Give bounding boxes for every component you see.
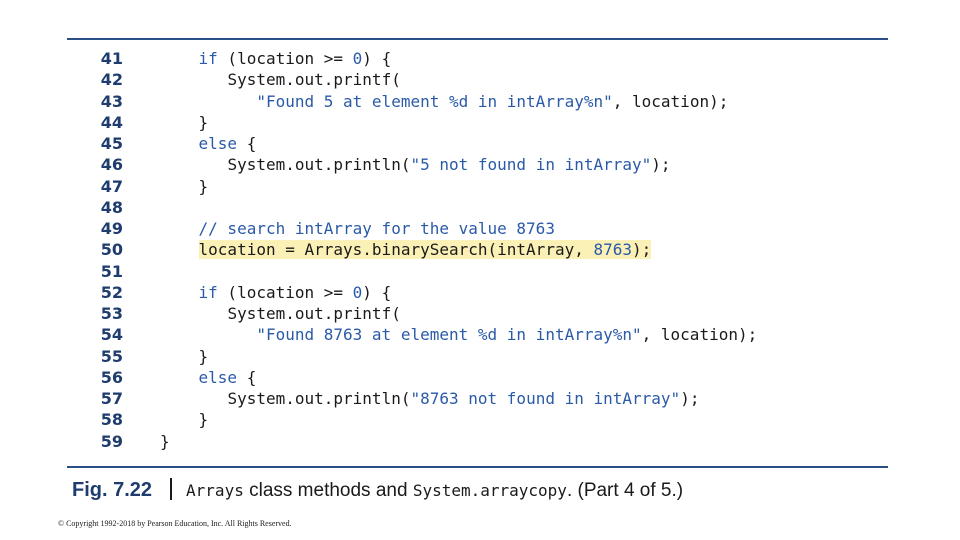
code-number: 8763 (593, 240, 633, 260)
code-text: ); (632, 240, 652, 260)
code-text: } (160, 431, 170, 451)
code-string: "Found 5 at element %d in intArray%n" (256, 91, 613, 111)
code-comment: // search intArray for the value 8763 (198, 219, 555, 238)
line-number: 44 (100, 112, 123, 132)
code-keyword: if (198, 282, 218, 302)
code-line: System.out.println("5 not found in intAr… (160, 154, 757, 175)
line-number: 53 (100, 304, 123, 323)
code-line: } (160, 409, 757, 430)
code-text: ) { (362, 282, 392, 302)
code-text: (location >= (217, 282, 353, 302)
code-line: "Found 8763 at element %d in intArray%n"… (160, 324, 757, 345)
code-line: } (160, 431, 757, 452)
code-line: } (160, 346, 757, 367)
code-line: } (160, 112, 757, 133)
code-text: { (237, 134, 257, 153)
code-keyword: if (198, 49, 218, 68)
code-line-highlighted: location = Arrays.binarySearch(intArray,… (160, 239, 757, 260)
code-keyword: else (198, 134, 238, 153)
line-numbers: 41 42 43 44 45 46 47 48 49 50 51 52 53 5… (81, 48, 123, 452)
code-line: // search intArray for the value 8763 (160, 218, 757, 239)
code-text: (location >= (217, 49, 353, 68)
caption-code-term: Arrays (186, 481, 244, 500)
line-number: 55 (100, 346, 123, 366)
line-number: 47 (100, 176, 123, 196)
line-number: 50 (100, 240, 123, 260)
code-line: System.out.println("8763 not found in in… (160, 388, 757, 409)
code-number: 0 (352, 282, 363, 302)
code-line: System.out.printf( (160, 303, 757, 324)
line-number: 58 (100, 410, 123, 430)
line-number: 43 (100, 91, 123, 111)
code-text: } (198, 112, 209, 132)
line-number: 49 (100, 219, 123, 238)
caption-text: class methods and (243, 480, 413, 501)
code-line: "Found 5 at element %d in intArray%n", l… (160, 91, 757, 112)
line-number: 56 (100, 367, 123, 387)
code-string: "5 not found in intArray" (410, 155, 652, 175)
code-text: } (198, 176, 209, 196)
code-text: System.out.printf( (227, 304, 401, 323)
code-line: else { (160, 367, 757, 388)
code-line: if (location >= 0) { (160, 282, 757, 303)
line-number: 51 (100, 261, 123, 281)
code-line: else { (160, 133, 757, 154)
line-number: 59 (100, 431, 123, 451)
line-number: 52 (100, 282, 123, 302)
code-number: 0 (352, 49, 363, 68)
caption-code-term: System.arraycopy (412, 481, 567, 500)
code-text: ) { (362, 49, 392, 68)
figure-caption: Fig. 7.22 Arrays class methods and System… (72, 478, 683, 502)
code-text: } (198, 346, 209, 366)
copyright-notice: © Copyright 1992-2018 by Pearson Educati… (58, 519, 292, 528)
code-line: if (location >= 0) { (160, 48, 757, 69)
top-rule (67, 38, 888, 40)
line-number: 46 (100, 155, 123, 175)
line-number: 54 (100, 325, 123, 345)
code-text: location = Arrays.binarySearch(intArray, (198, 240, 594, 260)
code-text: , location); (641, 325, 758, 345)
figure-label: Fig. 7.22 (72, 479, 153, 501)
caption-divider (170, 478, 173, 500)
line-number: 57 (100, 389, 123, 408)
highlight-marker: location = Arrays.binarySearch(intArray,… (198, 240, 652, 260)
code-text: System.out.printf( (227, 70, 401, 90)
code-text: , location); (612, 91, 729, 111)
line-number: 45 (100, 134, 123, 153)
code-text: ); (680, 389, 700, 408)
line-number: 42 (100, 70, 123, 90)
code-line: } (160, 176, 757, 197)
code-string: "Found 8763 at element %d in intArray%n" (256, 325, 642, 345)
bottom-rule (67, 466, 888, 468)
code-text: } (198, 410, 209, 430)
code-text: System.out.println( (227, 155, 411, 175)
code-text: { (237, 367, 257, 387)
code-text: System.out.println( (227, 389, 411, 408)
code-string: "8763 not found in intArray" (410, 389, 681, 408)
code-listing: if (location >= 0) { System.out.printf( … (160, 48, 757, 452)
caption-text: . (Part 4 of 5.) (566, 480, 684, 501)
code-line: System.out.printf( (160, 69, 757, 90)
code-text: ); (651, 155, 671, 175)
line-number: 48 (100, 197, 123, 217)
line-number: 41 (100, 49, 123, 68)
code-keyword: else (198, 367, 238, 387)
